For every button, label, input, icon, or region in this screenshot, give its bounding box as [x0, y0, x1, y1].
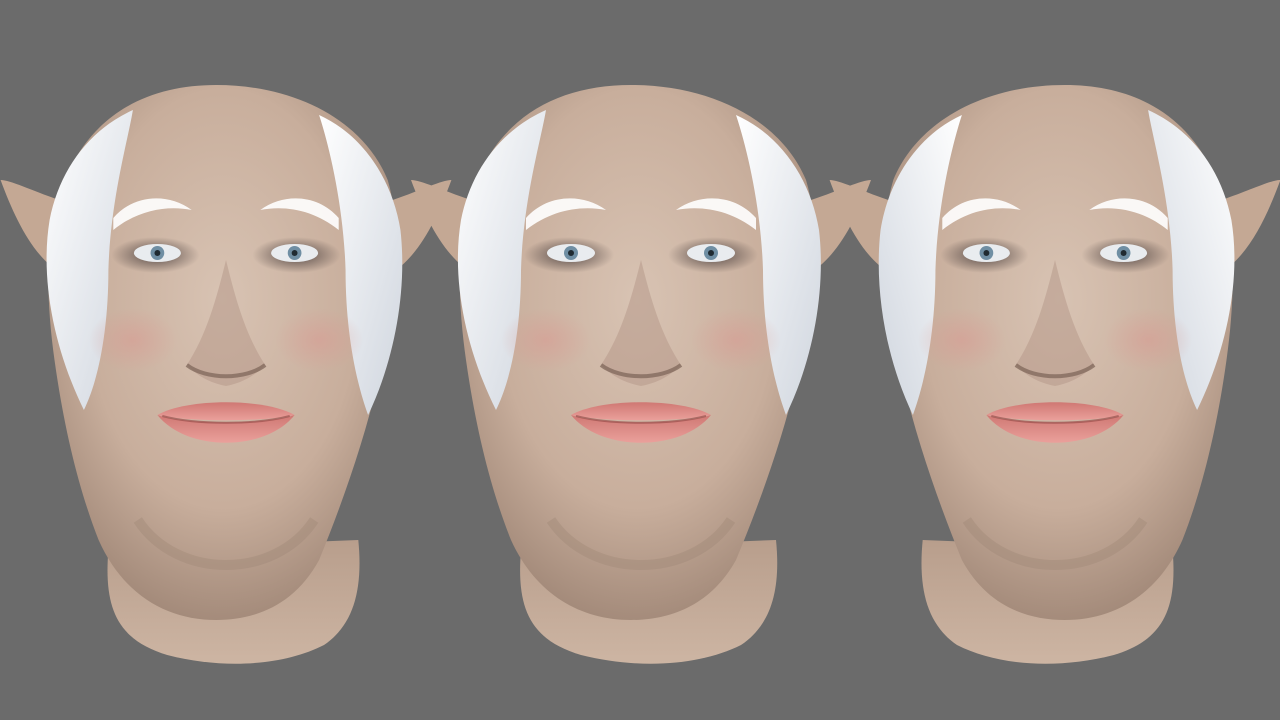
render-viewport: [0, 0, 1280, 720]
head-render-left-three-quarter: [1, 85, 452, 664]
head-render-right-three-quarter: [830, 85, 1280, 664]
render-canvas: [0, 0, 1280, 720]
head-render-front: [411, 85, 871, 664]
